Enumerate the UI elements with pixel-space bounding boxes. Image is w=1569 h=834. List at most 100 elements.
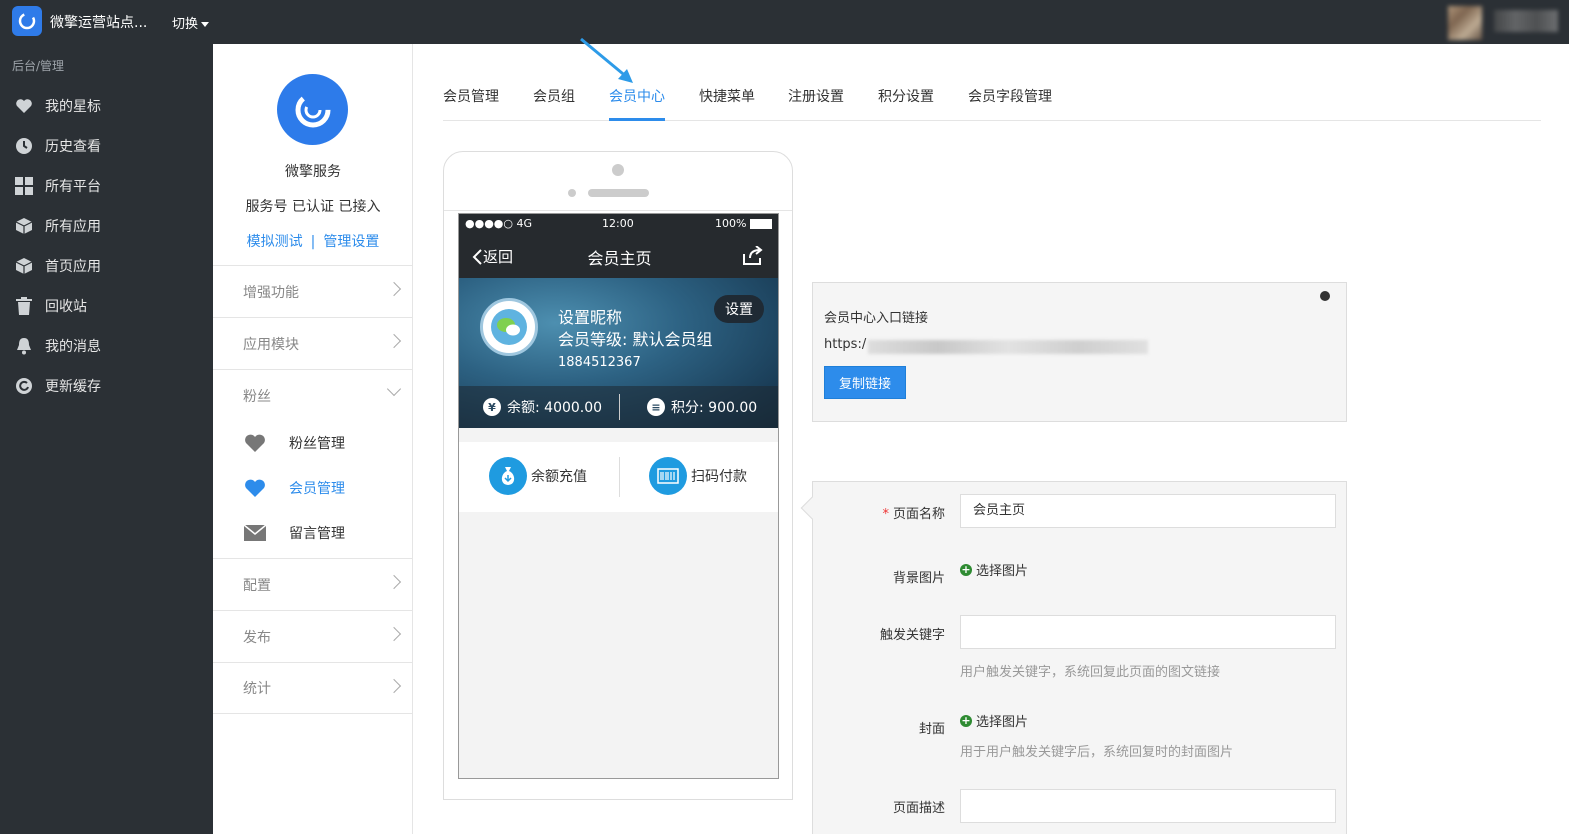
menu-label: 粉丝	[243, 388, 271, 405]
sidebar-item-recycle[interactable]: 回收站	[0, 286, 213, 326]
member-tabs: 会员管理 会员组 会员中心 快捷菜单 注册设置 积分设置 会员字段管理	[443, 86, 1541, 121]
tab-quick-menu[interactable]: 快捷菜单	[699, 86, 755, 121]
heart-broken-icon	[243, 431, 267, 455]
simulate-test-link[interactable]: 模拟测试	[247, 234, 303, 250]
menu-modules[interactable]: 应用模块	[213, 317, 413, 369]
submenu-fans-manage[interactable]: 粉丝管理	[213, 420, 413, 465]
keyword-help: 用户触发关键字，系统回复此页面的图文链接	[960, 665, 1221, 680]
nickname[interactable]: 设置昵称	[558, 304, 622, 328]
caret-down-icon	[201, 22, 210, 27]
site-name[interactable]: 微擎运营站点...	[50, 12, 147, 32]
sidebar-item-starred[interactable]: 我的星标	[0, 86, 213, 126]
settings-button[interactable]: 设置	[714, 295, 764, 323]
sidebar-item-label: 回收站	[45, 299, 87, 315]
scan-pay-button[interactable]: 扫码付款	[649, 457, 747, 495]
chevron-right-icon	[386, 333, 402, 349]
tab-member-manage[interactable]: 会员管理	[443, 86, 499, 121]
link-separator: |	[310, 234, 316, 250]
menu-label: 应用模块	[243, 336, 299, 353]
menu-publish[interactable]: 发布	[213, 610, 413, 662]
sidebar-item-messages[interactable]: 我的消息	[0, 326, 213, 366]
sidebar-item-label: 更新缓存	[45, 379, 101, 395]
sidebar-item-all-apps[interactable]: 所有应用	[0, 206, 213, 246]
share-icon[interactable]	[742, 246, 764, 266]
sidebar-item-home-apps[interactable]: 首页应用	[0, 246, 213, 286]
trash-icon	[14, 296, 34, 316]
quick-actions: 余额充值 扫码付款	[459, 442, 778, 512]
balance[interactable]: ¥ 余额: 4000.00	[483, 397, 602, 417]
cover-image-picker[interactable]: + 选择图片	[960, 711, 1028, 730]
entry-link-panel: 会员中心入口链接 https:/ 复制链接	[812, 282, 1347, 422]
member-avatar[interactable]	[480, 298, 538, 356]
submenu-member-manage[interactable]: 会员管理	[213, 465, 413, 510]
divider	[619, 457, 620, 497]
tab-member-fields[interactable]: 会员字段管理	[968, 86, 1052, 121]
phone-nav-bar: 返回 会员主页	[459, 234, 778, 278]
submenu-message-manage[interactable]: 留言管理	[213, 510, 413, 555]
desc-input[interactable]	[960, 789, 1336, 823]
manage-settings-link[interactable]: 管理设置	[323, 234, 379, 250]
tab-member-center[interactable]: 会员中心	[609, 86, 665, 121]
phone-preview: ●●●●○ 4G 12:00 100% 返回 会员主页 设置昵称 会员等级: 默…	[443, 151, 793, 800]
annotation-arrow-icon	[580, 37, 633, 83]
points[interactable]: ≡ 积分: 900.00	[647, 397, 757, 417]
menu-label: 增强功能	[243, 284, 299, 301]
keyword-input[interactable]	[960, 615, 1336, 649]
smile-icon	[1320, 291, 1330, 301]
member-phone: 1884512367	[558, 355, 641, 370]
sidebar-item-label: 所有应用	[45, 219, 101, 235]
phone-sensor	[568, 189, 576, 197]
phone-screen: ●●●●○ 4G 12:00 100% 返回 会员主页 设置昵称 会员等级: 默…	[458, 213, 779, 779]
clock-icon	[14, 136, 34, 156]
submenu-label: 留言管理	[289, 525, 345, 542]
chevron-right-icon	[386, 678, 402, 694]
clock-text: 12:00	[602, 217, 634, 230]
signal-text: ●●●●○ 4G	[465, 217, 533, 230]
recharge-button[interactable]: 余额充值	[489, 457, 587, 495]
select-image-text: 选择图片	[976, 564, 1029, 579]
keyword-label: 触发关键字	[879, 628, 945, 643]
bg-image-picker[interactable]: + 选择图片	[960, 560, 1028, 579]
refresh-icon	[14, 376, 34, 396]
sidebar-item-label: 我的星标	[45, 99, 101, 115]
menu-fans[interactable]: 粉丝	[213, 369, 413, 421]
tab-points-settings[interactable]: 积分设置	[878, 86, 934, 121]
entry-link-url[interactable]: https:/	[824, 337, 866, 352]
sidebar-item-label: 所有平台	[45, 179, 101, 195]
user-name-blurred[interactable]	[1494, 10, 1558, 32]
page-name-input[interactable]: 会员主页	[960, 494, 1336, 528]
phone-camera	[612, 164, 624, 176]
envelope-icon	[243, 521, 267, 545]
grid-icon	[14, 176, 34, 196]
tab-member-group[interactable]: 会员组	[533, 86, 575, 121]
site-logo-icon[interactable]	[12, 6, 42, 36]
desc-label: 页面描述	[892, 801, 945, 816]
recharge-label: 余额充值	[531, 469, 587, 485]
required-mark: *	[882, 507, 889, 522]
submenu-label: 粉丝管理	[289, 435, 345, 452]
account-name: 微擎服务	[285, 164, 341, 180]
account-status: 服务号 已认证 已接入	[245, 199, 381, 215]
chevron-right-icon	[386, 574, 402, 590]
user-avatar[interactable]	[1448, 6, 1482, 40]
account-links: 模拟测试 | 管理设置	[213, 231, 413, 251]
sidebar-item-refresh-cache[interactable]: 更新缓存	[0, 366, 213, 406]
main-sidebar: 后台/管理 我的星标 历史查看 所有平台 所有应用 首页应用 回收站 我的消息 …	[0, 44, 213, 834]
phone-page-title: 会员主页	[587, 249, 652, 268]
copy-link-button[interactable]: 复制链接	[824, 366, 906, 399]
switch-dropdown[interactable]: 切换	[172, 13, 210, 32]
select-image-text: 选择图片	[976, 715, 1029, 730]
tab-register-settings[interactable]: 注册设置	[788, 86, 844, 121]
menu-stats[interactable]: 统计	[213, 662, 413, 714]
top-bar: 微擎运营站点... 切换	[0, 0, 1569, 44]
chevron-right-icon	[386, 626, 402, 642]
sidebar-item-history[interactable]: 历史查看	[0, 126, 213, 166]
heart-icon	[243, 476, 267, 500]
menu-enhance[interactable]: 增强功能	[213, 265, 413, 317]
cover-help: 用于用户触发关键字后，系统回复时的封面图片	[960, 745, 1234, 760]
plus-circle-icon: +	[960, 713, 972, 727]
menu-config[interactable]: 配置	[213, 558, 413, 610]
phone-speaker	[588, 189, 649, 197]
entry-link-url-blurred	[868, 340, 1148, 354]
sidebar-item-platforms[interactable]: 所有平台	[0, 166, 213, 206]
